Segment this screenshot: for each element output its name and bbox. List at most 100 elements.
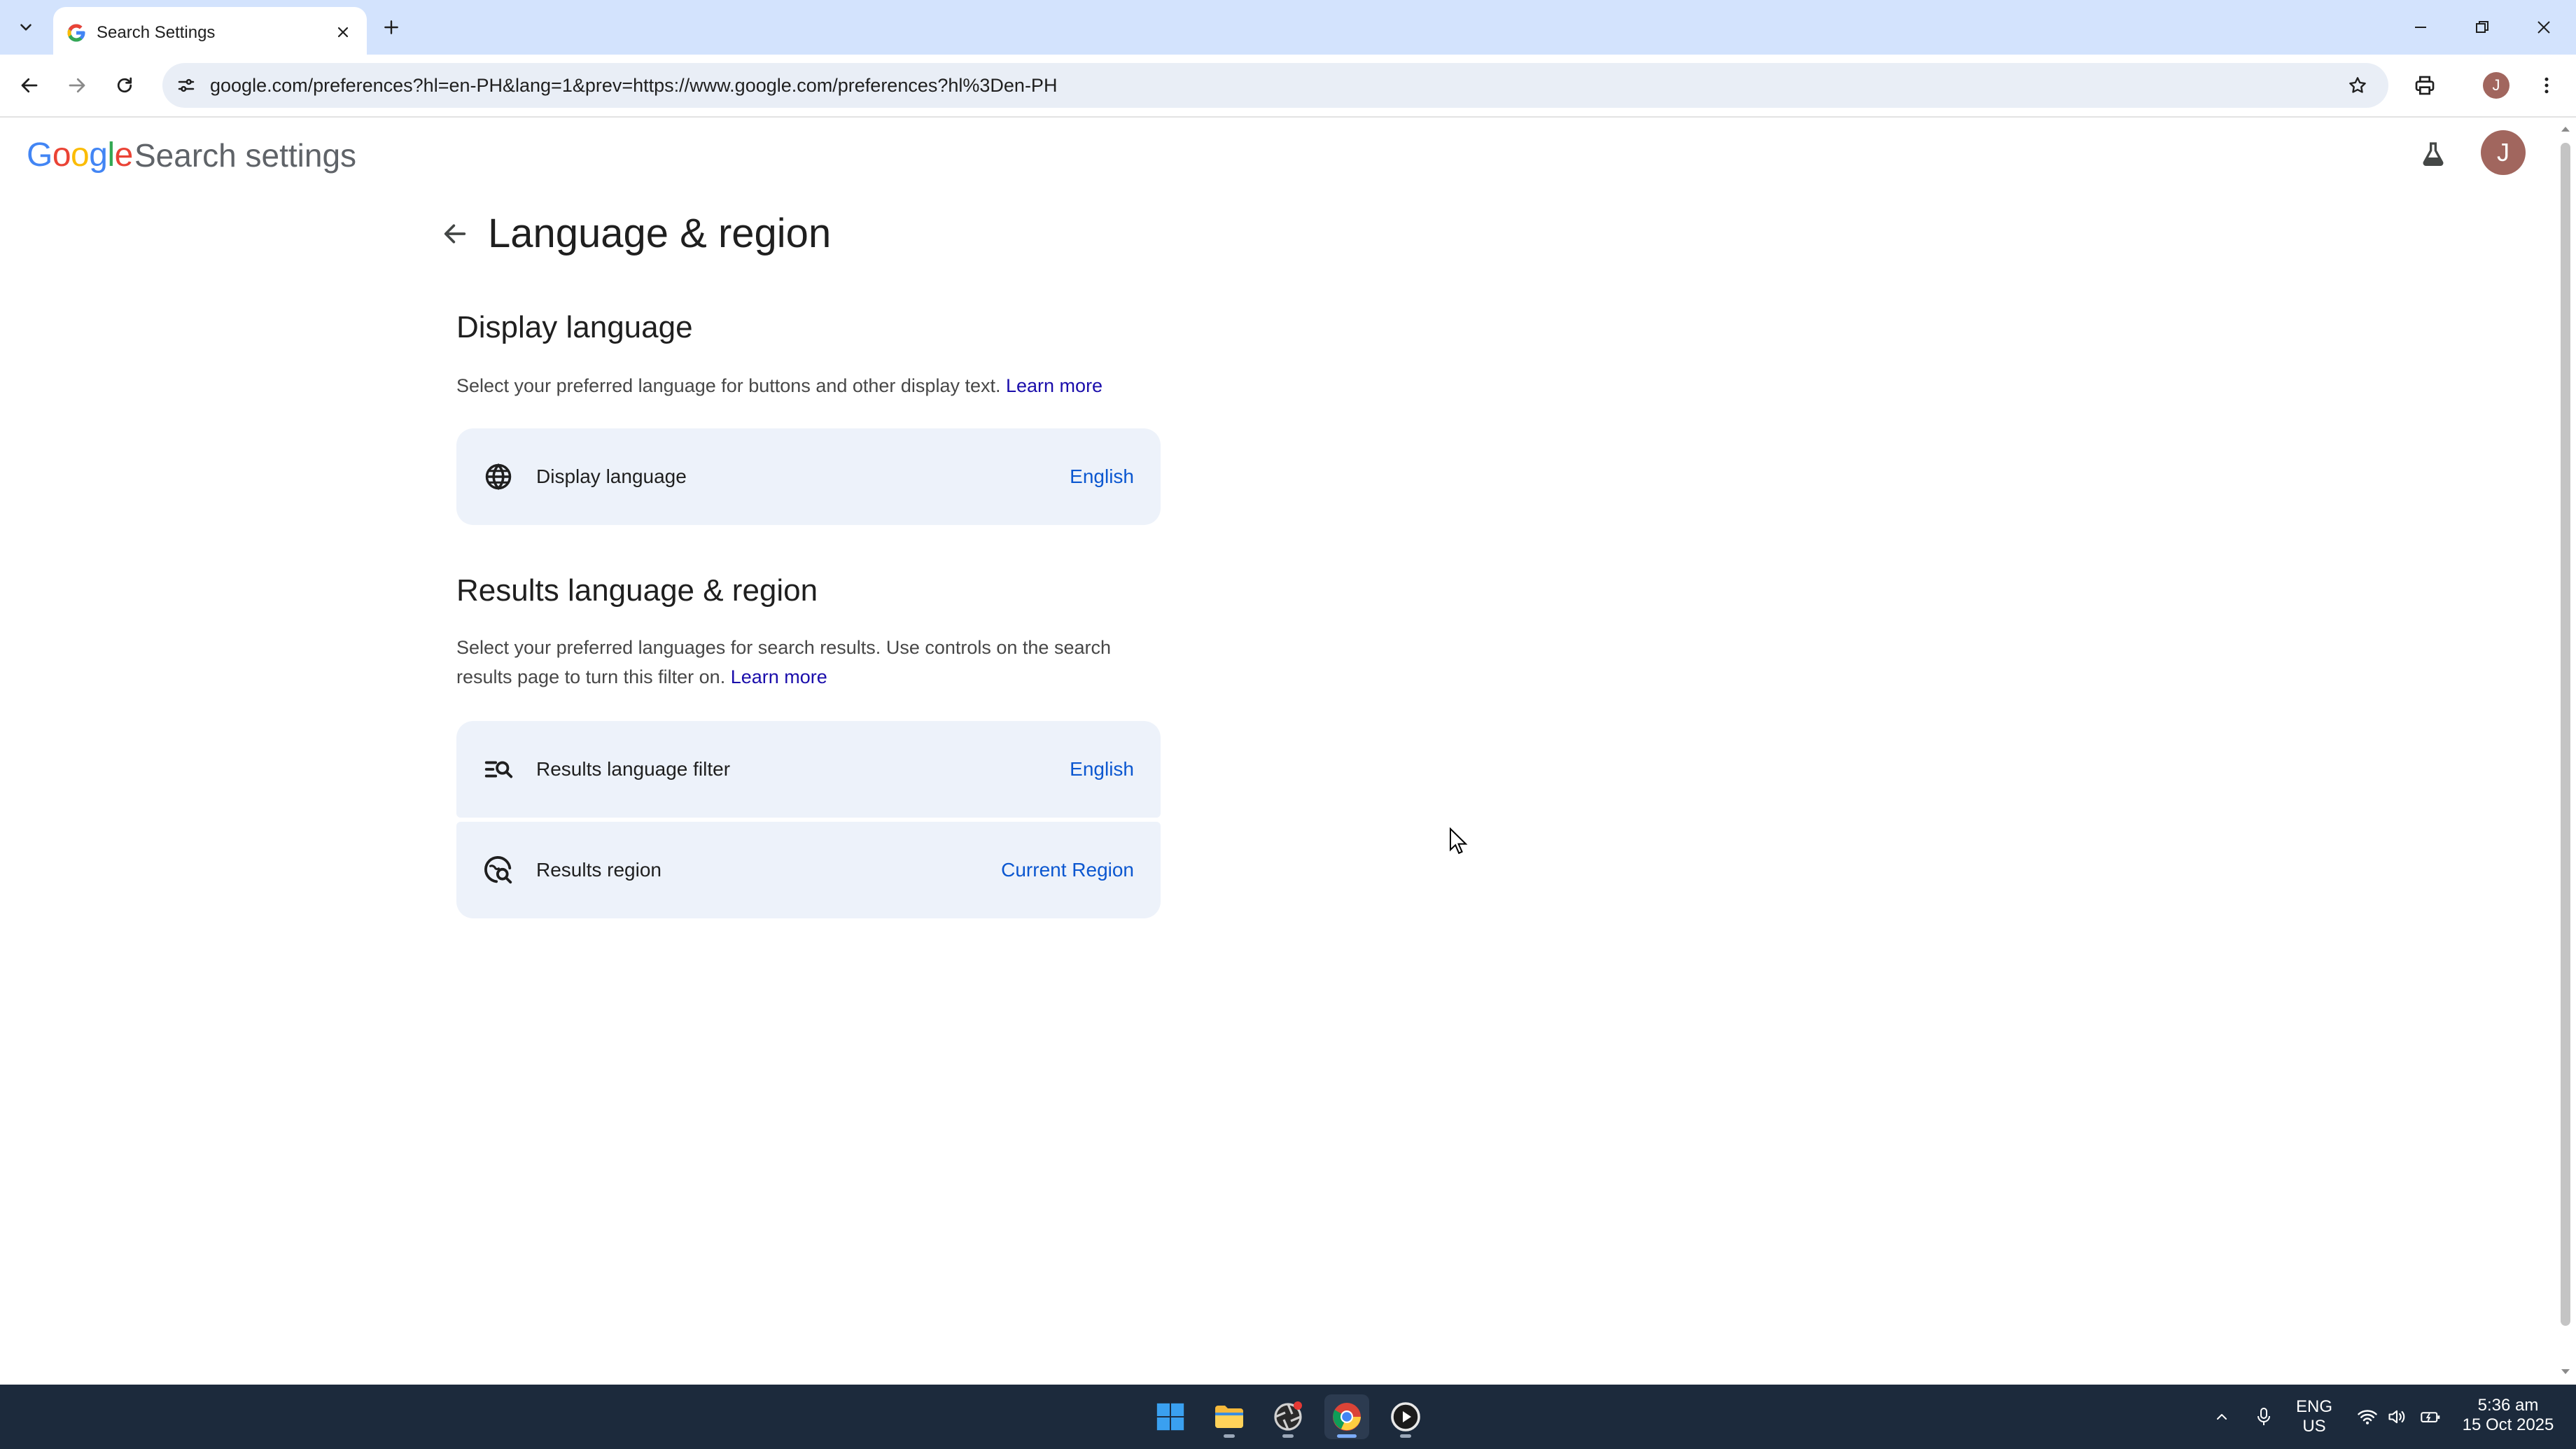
input-language-indicator[interactable]: ENG US <box>2296 1397 2332 1436</box>
running-indicator <box>1400 1434 1411 1438</box>
chrome-taskbar-button[interactable] <box>1324 1394 1369 1439</box>
reload-icon <box>117 77 132 93</box>
search-labs-button[interactable] <box>2412 133 2454 175</box>
google-favicon-icon <box>67 24 85 42</box>
close-window-button[interactable] <box>2523 10 2565 45</box>
file-explorer-taskbar-button[interactable] <box>1207 1394 1252 1439</box>
lang-secondary: US <box>2302 1417 2326 1436</box>
minimize-icon <box>2415 27 2426 28</box>
microphone-icon <box>2258 1408 2270 1425</box>
tab-search-button[interactable] <box>8 11 43 43</box>
scroll-up-arrow-icon[interactable] <box>2555 120 2576 137</box>
logo-letter: G <box>27 136 52 174</box>
page-title: Language & region <box>488 211 832 256</box>
logo-letter: l <box>107 136 115 174</box>
card-value: English <box>1070 758 1134 780</box>
restore-icon <box>2476 21 2488 33</box>
url-text: google.com/preferences?hl=en-PH&lang=1&p… <box>210 75 1058 96</box>
learn-more-link[interactable]: Learn more <box>1006 375 1102 396</box>
learn-more-link[interactable]: Learn more <box>731 666 827 687</box>
globe-icon <box>479 457 518 496</box>
aperture-app-taskbar-button[interactable] <box>1266 1394 1310 1439</box>
logo-letter: e <box>114 136 134 174</box>
region-search-icon <box>479 850 518 890</box>
battery-icon <box>2421 1412 2440 1422</box>
print-button[interactable] <box>2407 67 2443 104</box>
page-content: Google Search settings J Language & regi… <box>0 118 2555 1385</box>
back-link-button[interactable] <box>435 214 475 253</box>
address-bar[interactable]: google.com/preferences?hl=en-PH&lang=1&p… <box>162 63 2388 108</box>
description-text: Select your preferred language for butto… <box>456 375 1001 396</box>
results-language-heading: Results language & region <box>456 573 818 608</box>
card-label: Results region <box>536 859 662 881</box>
scroll-down-arrow-icon[interactable] <box>2555 1364 2576 1380</box>
back-button[interactable] <box>11 67 48 104</box>
play-circle-icon <box>1391 1402 1420 1432</box>
site-info-button[interactable] <box>168 67 204 104</box>
results-region-card[interactable]: Results region Current Region <box>456 822 1161 918</box>
results-language-filter-card[interactable]: Results language filter English <box>456 721 1161 818</box>
reload-button[interactable] <box>106 67 143 104</box>
tune-icon <box>178 78 195 92</box>
browser-toolbar: google.com/preferences?hl=en-PH&lang=1&p… <box>0 55 2576 118</box>
mouse-cursor-icon <box>1450 827 1468 855</box>
lang-primary: ENG <box>2296 1397 2333 1416</box>
results-language-description: Select your preferred languages for sear… <box>456 633 1163 692</box>
arrow-right-icon <box>69 78 85 93</box>
chevron-down-icon <box>20 24 31 31</box>
page-scrollbar[interactable] <box>2555 118 2576 1385</box>
battery-tray-button[interactable] <box>2415 1400 2446 1434</box>
bookmark-button[interactable] <box>2339 67 2376 104</box>
forward-button[interactable] <box>59 67 95 104</box>
wifi-icon <box>2358 1410 2377 1424</box>
media-player-taskbar-button[interactable] <box>1383 1394 1428 1439</box>
flask-icon <box>2423 142 2444 166</box>
chrome-icon <box>1333 1403 1361 1431</box>
account-avatar[interactable]: J <box>2481 130 2526 175</box>
header-title: Search settings <box>134 137 357 174</box>
active-indicator <box>1337 1434 1357 1438</box>
wifi-tray-button[interactable] <box>2352 1400 2383 1434</box>
card-label: Results language filter <box>536 758 731 780</box>
speaker-icon <box>2388 1410 2405 1424</box>
display-language-description: Select your preferred language for butto… <box>456 371 1163 400</box>
search-filter-icon <box>479 750 518 789</box>
logo-letter: g <box>89 136 108 174</box>
printer-icon <box>2415 76 2435 95</box>
show-hidden-icons-button[interactable] <box>2206 1400 2237 1434</box>
more-vert-icon <box>2544 77 2549 94</box>
scroll-thumb[interactable] <box>2561 143 2570 1326</box>
folder-icon <box>1215 1406 1243 1428</box>
tab-title: Search Settings <box>97 23 216 42</box>
card-label: Display language <box>536 465 687 487</box>
active-tab[interactable]: Search Settings <box>53 7 367 55</box>
windows-taskbar: ENG US 5:36 am 15 Oct 2025 <box>0 1385 2576 1449</box>
card-value: English <box>1070 465 1134 487</box>
card-value: Current Region <box>1001 859 1134 881</box>
browser-tab-strip: Search Settings <box>0 0 2576 55</box>
chevron-up-icon <box>2217 1414 2227 1420</box>
display-language-heading: Display language <box>456 310 693 344</box>
start-button[interactable] <box>1148 1394 1193 1439</box>
minimize-button[interactable] <box>2400 10 2442 45</box>
star-icon <box>2349 77 2366 93</box>
profile-avatar-button[interactable]: J <box>2483 72 2510 99</box>
google-logo[interactable]: Google <box>27 134 133 176</box>
clock-button[interactable]: 5:36 am 15 Oct 2025 <box>2456 1396 2561 1435</box>
close-icon <box>2538 21 2550 34</box>
restore-button[interactable] <box>2461 10 2503 45</box>
windows-logo-icon <box>1156 1403 1184 1431</box>
volume-tray-button[interactable] <box>2381 1400 2412 1434</box>
chrome-menu-button[interactable] <box>2528 67 2565 104</box>
clock-date: 15 Oct 2025 <box>2462 1415 2554 1434</box>
microphone-tray-button[interactable] <box>2248 1400 2279 1434</box>
close-icon <box>337 27 349 38</box>
tab-close-button[interactable] <box>329 18 357 46</box>
display-language-card[interactable]: Display language English <box>456 428 1161 525</box>
clock-time: 5:36 am <box>2477 1396 2539 1415</box>
aperture-icon <box>1274 1401 1302 1431</box>
plus-icon <box>384 20 398 34</box>
arrow-left-icon <box>444 224 466 244</box>
logo-letter: o <box>52 136 71 174</box>
new-tab-button[interactable] <box>375 11 407 43</box>
